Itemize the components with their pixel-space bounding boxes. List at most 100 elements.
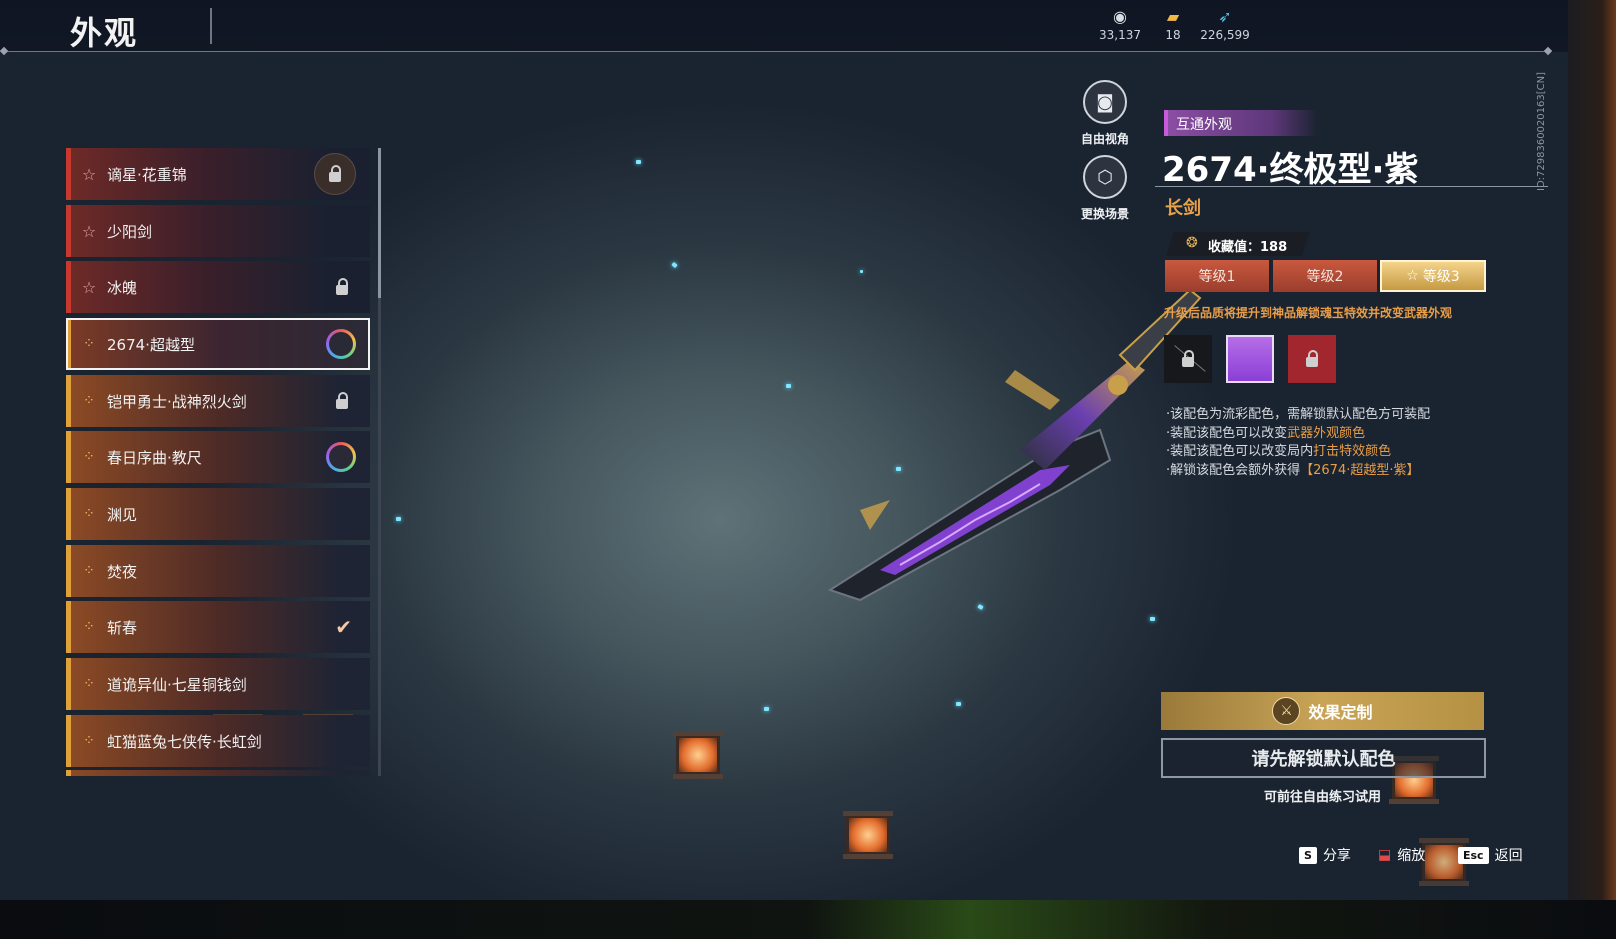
scroll-thumb[interactable]	[378, 148, 381, 298]
color-swatch-purple[interactable]	[1226, 335, 1274, 383]
star-icon: ☆	[81, 164, 97, 184]
list-item[interactable]: ⁘ 铠甲勇士·战神烈火剑	[66, 375, 370, 427]
lock-icon	[314, 153, 356, 195]
top-bar	[0, 0, 1568, 52]
note-line: ·装配该配色可以改变局内打击特效颜色	[1166, 444, 1392, 459]
list-item-label: 谪星·花重锦	[107, 165, 187, 184]
weapon-model	[827, 288, 1202, 602]
upgrade-hint: 升级后品质将提升到神品解锁魂玉特效并改变武器外观	[1164, 306, 1453, 320]
rarity-icon: ⁘	[83, 393, 95, 409]
list-item-label: 春日序曲·教尺	[107, 448, 202, 467]
shared-skin-tag: 互通外观	[1164, 110, 1318, 136]
list-item[interactable]: ☆ 少阳剑	[66, 205, 370, 257]
checkmark-icon: ✔	[335, 615, 352, 639]
list-scrollbar[interactable]	[378, 148, 381, 776]
rarity-icon: ⁘	[83, 336, 95, 352]
list-item[interactable]: ⁘ 春日序曲·教尺	[66, 431, 370, 483]
rarity-icon: ⁘	[83, 619, 95, 635]
skin-name: 2674·终极型·紫	[1162, 150, 1419, 190]
effect-custom-button[interactable]: ⚔ 效果定制	[1161, 692, 1484, 730]
particle	[764, 707, 769, 711]
tab-level-1[interactable]: 等级1	[1165, 260, 1269, 292]
page-title: 外观	[70, 14, 139, 52]
color-ring-icon	[326, 329, 356, 359]
collection-icon: ❂	[1186, 235, 1198, 251]
lock-icon	[1306, 349, 1318, 367]
tab-level-3[interactable]: ☆ 等级3	[1380, 260, 1486, 292]
list-item-label: 铠甲勇士·战神烈火剑	[107, 392, 247, 411]
list-item[interactable]: ⁘ 虹猫蓝兔七侠传·长虹剑	[66, 715, 370, 767]
zoom-button[interactable]: ⬓ 缩放	[1378, 845, 1425, 865]
rarity-icon: ⁘	[83, 676, 95, 692]
star-icon: ☆	[81, 277, 97, 297]
change-scene-button[interactable]: ⬡ 更换场景	[1075, 155, 1135, 222]
particle	[671, 261, 678, 269]
currency-value: 226,599	[1200, 28, 1250, 42]
note-line: ·解锁该配色会额外获得【2674·超越型·紫】	[1166, 462, 1420, 478]
list-item[interactable]: ⁘ 斩春 ✔	[66, 601, 370, 653]
rarity-icon: ⁘	[83, 449, 95, 465]
particle	[636, 160, 641, 164]
list-item-label: 少阳剑	[107, 222, 153, 241]
title-divider	[210, 8, 212, 44]
mouse-icon: ⬓	[1378, 847, 1392, 863]
tab-label: 等级3	[1422, 269, 1460, 285]
list-item[interactable]: ⁘ 道诡异仙·七星铜钱剑	[66, 658, 370, 710]
particle	[786, 384, 791, 388]
lock-icon	[1182, 349, 1194, 367]
list-item-label: 虹猫蓝兔七侠传·长虹剑	[107, 732, 262, 751]
feather-icon: ➶	[1218, 7, 1232, 26]
tab-level-2[interactable]: 等级2	[1273, 260, 1377, 292]
particle	[956, 702, 961, 706]
list-item[interactable]: ☆ 冰魄	[66, 261, 370, 313]
rarity-icon: ⁘	[83, 563, 95, 579]
collection-value: ❂ 收藏值：188	[1166, 232, 1310, 256]
lantern	[673, 731, 723, 779]
lock-icon	[336, 277, 348, 295]
list-item[interactable]: ⁘ 渊见	[66, 488, 370, 540]
color-swatch-red[interactable]	[1288, 335, 1336, 383]
change-scene-label: 更换场景	[1080, 207, 1129, 221]
name-divider	[1155, 186, 1548, 187]
bottom-strip	[0, 900, 1616, 939]
star-icon: ☆	[1406, 268, 1419, 284]
rarity-icon: ⁘	[83, 733, 95, 749]
cube-icon: ⬡	[1083, 155, 1127, 199]
scene-edge	[1568, 0, 1616, 900]
key-hint: Esc	[1458, 846, 1489, 864]
list-item[interactable]: ☆ 谪星·花重锦	[66, 148, 370, 200]
sword-icon: ⚔	[1272, 697, 1301, 725]
particle	[396, 517, 401, 521]
list-item-label: 2674·超越型	[107, 335, 195, 354]
try-hint: 可前往自由练习试用	[1263, 790, 1381, 805]
note-line: ·装配该配色可以改变武器外观颜色	[1166, 425, 1366, 441]
header-divider	[4, 51, 1548, 52]
free-view-label: 自由视角	[1080, 132, 1129, 146]
rarity-icon: ⁘	[83, 506, 95, 522]
share-button[interactable]: S 分享	[1299, 845, 1351, 865]
unlock-default-button[interactable]: 请先解锁默认配色	[1161, 738, 1486, 778]
camera-icon: ◙	[1083, 80, 1127, 124]
lock-icon	[336, 391, 348, 409]
list-item-label: 道诡异仙·七星铜钱剑	[107, 675, 247, 694]
skin-list[interactable]: ☆ 谪星·花重锦 ☆ 少阳剑 ☆ 冰魄 ⁘ 2674·超越型 ⁘ 铠甲勇士·战神…	[66, 148, 372, 776]
currency-feathers[interactable]: ➶ 226,599	[1190, 7, 1260, 43]
list-item-label: 渊见	[107, 505, 138, 524]
lantern	[843, 811, 893, 859]
note-line: ·该配色为流彩配色，需解锁默认配色方可装配	[1166, 407, 1431, 422]
list-item-label: 斩春	[107, 618, 138, 637]
list-item-label: 焚夜	[107, 562, 138, 581]
color-swatch-black[interactable]	[1164, 335, 1212, 383]
version-id: ID:7298360020163[CN]	[1536, 72, 1547, 191]
color-notes: ·该配色为流彩配色，需解锁默认配色方可装配 ·装配该配色可以改变武器外观颜色 ·…	[1166, 406, 1430, 480]
free-view-button[interactable]: ◙ 自由视角	[1075, 80, 1135, 147]
particle	[1150, 617, 1155, 621]
key-hint: S	[1299, 846, 1317, 864]
color-ring-icon	[326, 442, 356, 472]
list-item-label: 冰魄	[107, 278, 138, 297]
list-item-selected[interactable]: ⁘ 2674·超越型	[66, 318, 370, 370]
star-icon: ☆	[81, 221, 97, 241]
back-button[interactable]: Esc 返回	[1458, 845, 1523, 865]
list-item[interactable]	[66, 770, 370, 776]
list-item[interactable]: ⁘ 焚夜	[66, 545, 370, 597]
